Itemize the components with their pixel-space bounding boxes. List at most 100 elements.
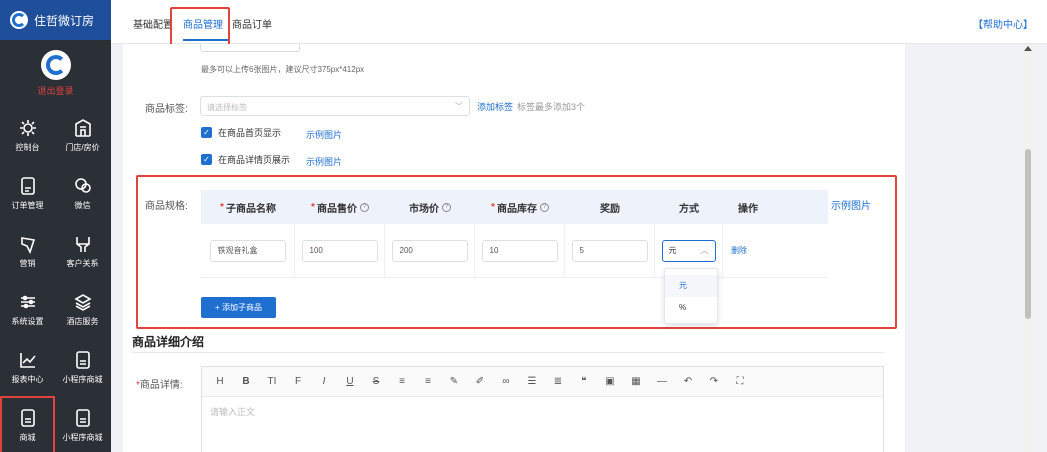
column-header-market-price: 市场价?	[385, 190, 475, 224]
market-price-input[interactable]	[391, 239, 468, 262]
checkbox-checked-icon[interactable]: ✓	[201, 127, 212, 138]
sidebar-item-miniapp-mall[interactable]: 小程序商城	[55, 338, 110, 396]
add-sub-product-button[interactable]: + 添加子商品	[201, 297, 276, 318]
highlight-icon[interactable]: ✎	[448, 376, 460, 387]
image-icon[interactable]: ▣	[604, 376, 616, 387]
sidebar: 住哲微订房 退出登录 控制台 门店/房价 订单管理 微信 营销 客户关系 系统设…	[0, 0, 111, 452]
user-panel: 退出登录	[0, 40, 111, 100]
marketing-icon	[20, 236, 35, 254]
image-upload-box[interactable]	[200, 44, 300, 52]
editor-placeholder: 请输入正文	[210, 407, 256, 417]
mode-select-value: 元	[668, 245, 677, 255]
help-circle-icon[interactable]: ?	[539, 202, 549, 212]
font-size-icon[interactable]: TI	[266, 376, 278, 387]
stock-input[interactable]	[481, 239, 558, 262]
scroll-up-icon[interactable]	[1024, 46, 1032, 51]
customer-icon	[75, 236, 90, 252]
sidebar-item-hotel[interactable]: 门店/房价	[55, 106, 110, 164]
sub-product-name-input[interactable]	[209, 239, 286, 262]
avatar[interactable]	[40, 49, 71, 80]
sidebar-item-services[interactable]: 酒店服务	[55, 280, 110, 338]
column-header-stock: * 商品库存?	[475, 190, 565, 224]
sidebar-item-label: 报表中心	[11, 374, 44, 384]
sidebar-item-label: 客户关系	[66, 258, 99, 268]
mode-select[interactable]: 元 ︿	[661, 239, 716, 262]
scrollbar-thumb[interactable]	[1025, 149, 1031, 319]
sidebar-item-wechat[interactable]: 微信	[55, 164, 110, 222]
font-family-icon[interactable]: F	[292, 376, 304, 387]
sidebar-item-label: 小程序商城	[62, 374, 103, 384]
scrollbar[interactable]	[1022, 44, 1034, 452]
column-header-action: 操作	[738, 203, 758, 215]
logout-link[interactable]: 退出登录	[37, 84, 73, 97]
help-center-link[interactable]: 【帮助中心】	[973, 16, 1033, 31]
settings-icon	[20, 295, 35, 308]
price-input[interactable]	[301, 239, 378, 262]
heading-icon[interactable]: H	[214, 376, 226, 387]
example-image-link-1[interactable]: 示例图片	[306, 128, 342, 141]
app-root: 住哲微订房 退出登录 控制台 门店/房价 订单管理 微信 营销 客户关系 系统设…	[0, 0, 1047, 452]
table-icon[interactable]: ▦	[630, 376, 642, 387]
chevron-down-icon: ﹀	[455, 102, 463, 111]
reward-input[interactable]	[571, 239, 648, 262]
tab-basic-config[interactable]: 基础配置	[133, 16, 173, 31]
sidebar-item-label: 订单管理	[11, 200, 44, 210]
spec-example-link[interactable]: 示例图片	[831, 197, 871, 212]
cell-stock	[475, 224, 565, 277]
quote-icon[interactable]: ❝	[578, 376, 590, 387]
sidebar-item-miniapp-mall-2[interactable]: 小程序商城	[55, 396, 110, 452]
mode-option-yuan[interactable]: 元	[665, 275, 717, 297]
sidebar-item-label: 营销	[19, 258, 36, 268]
sidebar-item-label: 系统设置	[11, 316, 44, 326]
example-image-link-2[interactable]: 示例图片	[306, 155, 342, 168]
align-icon[interactable]: ≡	[396, 376, 408, 387]
sidebar-item-mall[interactable]: 商城	[0, 396, 55, 452]
sidebar-item-dashboard[interactable]: 控制台	[0, 106, 55, 164]
delete-link[interactable]: 删除	[731, 245, 747, 256]
spec-table-header: * 子商品名称 * 商品售价? 市场价? * 商品库存? 奖励 方式 操作	[201, 190, 828, 224]
sidebar-item-customers[interactable]: 客户关系	[55, 222, 110, 280]
hotel-icon	[74, 118, 91, 137]
brush-icon[interactable]: ✐	[474, 376, 486, 387]
indent-icon[interactable]: ≡	[422, 376, 434, 387]
italic-icon[interactable]: I	[318, 376, 330, 387]
help-circle-icon[interactable]: ?	[442, 202, 451, 212]
table-row: 元 ︿ 删除	[201, 224, 828, 278]
mode-option-percent[interactable]: %	[665, 297, 717, 319]
column-header-mode: 方式	[679, 203, 699, 215]
undo-icon[interactable]: ↶	[682, 376, 694, 387]
show-home-checkbox[interactable]: ✓ 在商品首页显示	[201, 126, 281, 139]
list-icon[interactable]: ☰	[526, 376, 538, 387]
wechat-icon	[74, 177, 91, 193]
sidebar-item-orders[interactable]: 订单管理	[0, 164, 55, 222]
help-circle-icon[interactable]: ?	[359, 202, 369, 212]
tag-select[interactable]: 请选择标签 ﹀	[200, 96, 470, 116]
cell-reward	[565, 224, 655, 277]
horizontal-rule-icon[interactable]: —	[656, 376, 668, 387]
redo-icon[interactable]: ↷	[708, 376, 720, 387]
link-icon[interactable]: ∞	[500, 376, 512, 387]
column-header-name: * 子商品名称	[220, 201, 276, 215]
sidebar-item-settings[interactable]: 系统设置	[0, 280, 55, 338]
tab-product-orders[interactable]: 商品订单	[232, 16, 272, 31]
chart-icon	[19, 352, 36, 368]
align-left-icon[interactable]: ≣	[552, 376, 564, 387]
add-tag-link[interactable]: 添加标签	[477, 100, 513, 113]
bold-icon[interactable]: B	[240, 376, 252, 387]
spec-table: *子商品名称 *商品售价? 市场价? *商品库存? 奖励 方式 操作 元 ︿ 删…	[201, 190, 828, 278]
strikethrough-icon[interactable]: S	[370, 376, 382, 387]
cell-name	[201, 224, 295, 277]
cell-action: 删除	[723, 224, 773, 277]
document-icon	[75, 408, 90, 427]
sidebar-item-reports[interactable]: 报表中心	[0, 338, 55, 396]
sidebar-item-marketing[interactable]: 营销	[0, 222, 55, 280]
checkbox-checked-icon[interactable]: ✓	[201, 154, 212, 165]
underline-icon[interactable]: U	[344, 376, 356, 387]
sidebar-nav: 控制台 门店/房价 订单管理 微信 营销 客户关系 系统设置 酒店服务 报表中心…	[0, 106, 111, 452]
show-detail-checkbox[interactable]: ✓ 在商品详情页展示	[201, 153, 290, 166]
brand-bar: 住哲微订房	[0, 0, 111, 40]
section-divider	[132, 352, 884, 353]
rich-text-editor[interactable]: H B TI F I U S ≡ ≡ ✎ ✐ ∞ ☰ ≣ ❝ ▣ ▦ — ↶ ↷…	[201, 366, 884, 452]
fullscreen-icon[interactable]: ⛶	[734, 376, 746, 387]
cell-market	[385, 224, 475, 277]
